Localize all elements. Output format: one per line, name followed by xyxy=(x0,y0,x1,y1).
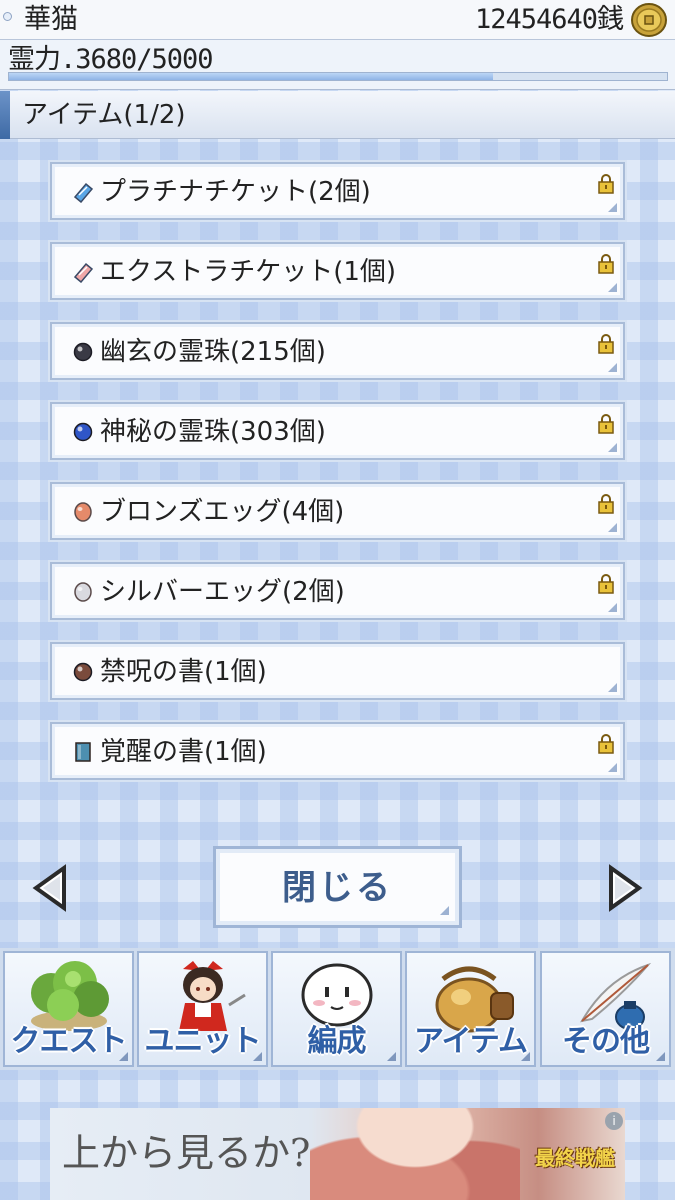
next-page-arrow-icon[interactable] xyxy=(605,864,645,912)
menu-button-other[interactable]: その他 xyxy=(540,951,671,1067)
status-bar: 華猫 12454640銭 xyxy=(0,0,675,40)
lock-icon xyxy=(598,734,614,754)
item-row[interactable]: 神秘の霊珠(303個) xyxy=(48,400,627,462)
item-label: プラチナチケット(2個) xyxy=(100,177,371,207)
corner-triangle-icon xyxy=(608,683,617,692)
silver-egg-icon xyxy=(74,582,92,602)
section-header: アイテム(1/2) xyxy=(0,91,675,139)
corner-triangle-icon xyxy=(608,763,617,772)
forbidden-book-icon xyxy=(73,662,93,682)
spirit-gauge-fill xyxy=(9,73,494,80)
ad-headline: 上から見るか? xyxy=(62,1131,311,1175)
item-row[interactable]: エクストラチケット(1個) xyxy=(48,240,627,302)
item-label: 神秘の霊珠(303個) xyxy=(100,417,326,447)
ad-banner[interactable]: 上から見るか? 最終戦艦 i xyxy=(50,1108,625,1200)
corner-triangle-icon xyxy=(608,603,617,612)
menu-button-formation[interactable]: 編成 xyxy=(271,951,402,1067)
menu-button-quest[interactable]: クエスト xyxy=(3,951,134,1067)
item-label: ブロンズエッグ(4個) xyxy=(100,497,345,527)
menu-label-item: アイテム xyxy=(414,1024,528,1059)
item-label: 幽玄の霊珠(215個) xyxy=(100,337,326,367)
page-title: アイテム(1/2) xyxy=(22,100,186,130)
corner-triangle-icon xyxy=(387,1052,396,1061)
menu-label-unit: ユニット xyxy=(144,1024,262,1059)
item-label: 覚醒の書(1個) xyxy=(100,737,267,767)
corner-triangle-icon xyxy=(608,283,617,292)
corner-triangle-icon xyxy=(521,1052,530,1061)
spirit-panel: 霊力.3680/5000 xyxy=(0,40,675,90)
money-counter: 12454640銭 xyxy=(474,4,624,35)
corner-triangle-icon xyxy=(608,443,617,452)
corner-triangle-icon xyxy=(253,1052,262,1061)
mystic-orb-icon xyxy=(73,422,93,442)
lock-icon xyxy=(598,334,614,354)
bronze-egg-icon xyxy=(74,502,92,522)
item-label: 禁呪の書(1個) xyxy=(100,657,267,687)
menu-button-item[interactable]: アイテム xyxy=(405,951,536,1067)
menu-label-formation: 編成 xyxy=(307,1024,367,1059)
item-label: エクストラチケット(1個) xyxy=(100,257,397,287)
item-row[interactable]: 覚醒の書(1個) xyxy=(48,720,627,782)
item-label: シルバーエッグ(2個) xyxy=(100,577,345,607)
ad-character-art xyxy=(310,1108,520,1200)
extra-ticket-icon xyxy=(73,262,94,283)
prev-page-arrow-icon[interactable] xyxy=(30,864,70,912)
corner-triangle-icon xyxy=(608,363,617,372)
awakening-book-icon xyxy=(75,742,91,762)
item-row[interactable]: 禁呪の書(1個) xyxy=(48,640,627,702)
item-row[interactable]: 幽玄の霊珠(215個) xyxy=(48,320,627,382)
bottom-menu: クエスト ユニット 編成 アイテム その他 xyxy=(0,948,675,1070)
item-row[interactable]: プラチナチケット(2個) xyxy=(48,160,627,222)
menu-button-unit[interactable]: ユニット xyxy=(137,951,268,1067)
platinum-ticket-icon xyxy=(73,182,94,203)
item-row[interactable]: シルバーエッグ(2個) xyxy=(48,560,627,622)
close-button[interactable]: 閉じる xyxy=(213,846,462,928)
ad-info-icon[interactable]: i xyxy=(605,1112,623,1130)
lock-icon xyxy=(598,414,614,434)
item-row[interactable]: ブロンズエッグ(4個) xyxy=(48,480,627,542)
menu-label-other: その他 xyxy=(562,1024,650,1059)
spirit-gauge xyxy=(8,72,668,81)
menu-label-quest: クエスト xyxy=(10,1024,128,1059)
dark-orb-icon xyxy=(73,342,93,362)
player-name: 華猫 xyxy=(24,4,78,35)
status-dot-icon xyxy=(3,12,12,21)
corner-triangle-icon xyxy=(656,1052,665,1061)
lock-icon xyxy=(598,174,614,194)
close-button-label: 閉じる xyxy=(282,868,393,908)
section-accent xyxy=(0,91,10,139)
corner-triangle-icon xyxy=(440,906,449,915)
ad-logo: 最終戦艦 xyxy=(535,1146,615,1170)
lock-icon xyxy=(598,254,614,274)
coin-icon xyxy=(631,3,667,37)
corner-triangle-icon xyxy=(608,203,617,212)
lock-icon xyxy=(598,574,614,594)
corner-triangle-icon xyxy=(119,1052,128,1061)
lock-icon xyxy=(598,494,614,514)
corner-triangle-icon xyxy=(608,523,617,532)
